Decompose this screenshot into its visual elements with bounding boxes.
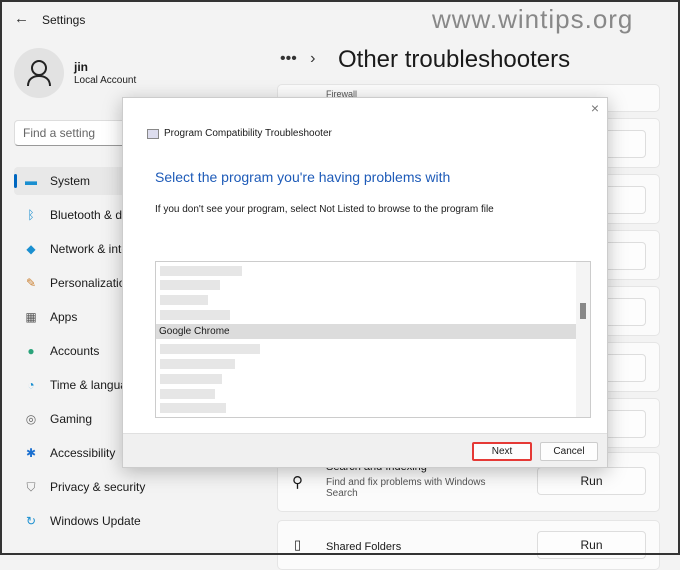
sidebar-item-label: System — [50, 174, 91, 188]
card-title: Shared Folders — [326, 541, 402, 553]
dialog-subtext: If you don't see your program, select No… — [155, 204, 494, 215]
run-button[interactable]: Run — [537, 467, 646, 495]
person-icon: ● — [27, 344, 35, 358]
scrollbar-thumb[interactable] — [580, 303, 586, 319]
sidebar-item-label: Accessibility — [50, 446, 116, 460]
gamepad-icon: ◎ — [25, 412, 37, 426]
dialog-title-bar: Program Compatibility Troubleshooter — [147, 128, 332, 139]
watermark: www.wintips.org — [432, 4, 634, 34]
apps-icon: ▦ — [25, 310, 37, 324]
list-item-selected[interactable]: Google Chrome — [156, 324, 576, 339]
list-item[interactable] — [160, 389, 215, 399]
sidebar-item-label: Windows Update — [50, 514, 141, 528]
more-icon[interactable]: ••• — [280, 50, 297, 67]
list-item[interactable] — [160, 266, 242, 276]
user-name: jin — [74, 60, 88, 74]
list-item[interactable] — [160, 310, 230, 320]
chevron-right-icon: › — [310, 50, 316, 67]
brush-icon: ✎ — [25, 276, 37, 290]
account-type: Local Account — [74, 75, 137, 86]
breadcrumb-more[interactable]: ••• › — [280, 50, 315, 68]
shield-icon: ⛉ — [26, 480, 36, 494]
sidebar-item-label: Privacy & security — [50, 480, 146, 494]
troubleshooter-icon — [147, 128, 159, 139]
dialog-title: Program Compatibility Troubleshooter — [164, 128, 332, 139]
sidebar-item-windows-update[interactable]: ↻ Windows Update — [14, 507, 164, 535]
app-title: Settings — [42, 13, 86, 27]
list-item[interactable] — [160, 295, 208, 305]
list-item[interactable] — [160, 344, 260, 354]
card-shared-folders: ▯ Shared Folders Run — [277, 520, 660, 570]
sidebar-item-label: Apps — [50, 310, 78, 324]
sidebar-item-label: Personalization — [50, 276, 133, 290]
person-icon — [27, 60, 51, 87]
page-title: Other troubleshooters — [338, 46, 571, 73]
folder-network-icon: ▯ — [294, 537, 302, 552]
dialog-footer: Next Cancel — [123, 433, 607, 467]
back-arrow-icon[interactable]: ← — [14, 10, 29, 27]
card-desc: Find and fix problems with Windows Searc… — [326, 477, 486, 499]
list-item[interactable] — [160, 374, 222, 384]
selection-indicator — [14, 174, 17, 188]
monitor-icon: ▬ — [25, 174, 37, 188]
globe-clock-icon: ◔ — [27, 378, 35, 392]
accessibility-icon: ✱ — [25, 446, 37, 460]
scrollbar[interactable] — [576, 262, 590, 417]
list-item[interactable] — [160, 403, 226, 413]
bluetooth-icon: ᛒ — [27, 208, 35, 222]
cancel-button[interactable]: Cancel — [540, 442, 598, 461]
sidebar-item-privacy-security[interactable]: ⛉ Privacy & security — [14, 473, 164, 501]
dialog-heading: Select the program you're having problem… — [155, 169, 451, 185]
next-button[interactable]: Next — [472, 442, 532, 461]
troubleshooter-dialog: × Program Compatibility Troubleshooter S… — [122, 97, 608, 468]
close-button[interactable]: × — [591, 100, 599, 116]
sidebar-item-label: Accounts — [50, 344, 100, 358]
wifi-icon: ◆ — [26, 242, 36, 256]
list-item[interactable] — [160, 359, 235, 369]
avatar — [14, 48, 64, 98]
sidebar-item-label: Gaming — [50, 412, 93, 426]
program-list[interactable]: Google Chrome — [155, 261, 591, 418]
search-icon: ⚲ — [292, 474, 303, 491]
update-icon: ↻ — [25, 514, 37, 528]
list-item[interactable] — [160, 280, 220, 290]
